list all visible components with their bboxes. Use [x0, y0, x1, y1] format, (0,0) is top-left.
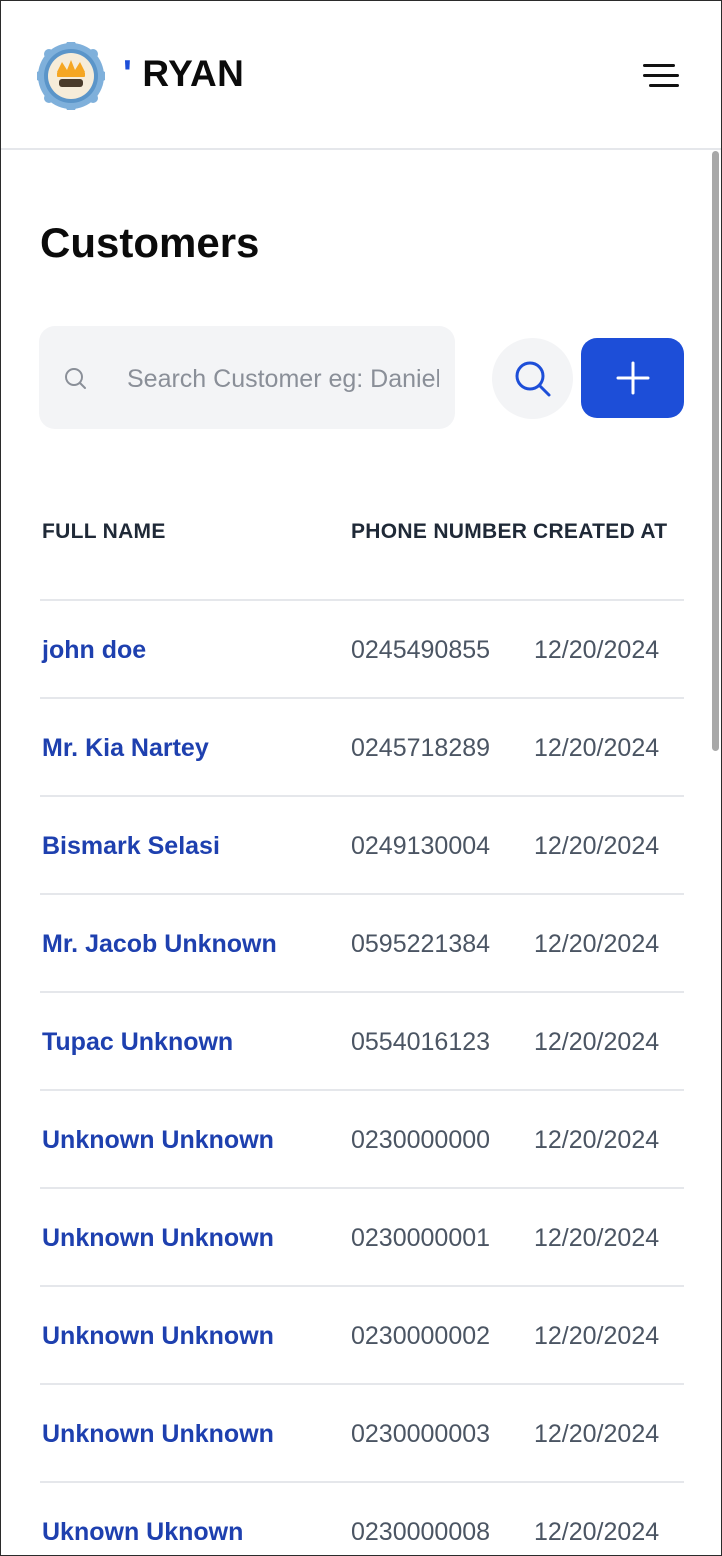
app-frame: 'RYAN Customers FULL NAME PHONE NUMBER C… — [0, 0, 722, 1556]
hamburger-menu-icon[interactable] — [639, 61, 679, 91]
customer-phone: 0230000000 — [351, 1126, 491, 1154]
top-header: ' RYAN — [1, 1, 721, 150]
customer-created-at: 12/20/2024 — [534, 1420, 660, 1448]
page-title: Customers — [40, 219, 260, 266]
column-header-phone-number: PHONE NUMBER — [351, 520, 528, 543]
table-row[interactable]: Bismark Selasi 0249130004 12/20/2024 — [40, 795, 684, 893]
add-customer-button[interactable] — [581, 338, 684, 418]
plus-icon — [616, 361, 650, 395]
table-row[interactable]: Unknown Unknown 0230000002 12/20/2024 — [40, 1285, 684, 1383]
search-field[interactable] — [39, 326, 455, 429]
table-row[interactable]: Unknown Unknown 0230000001 12/20/2024 — [40, 1187, 684, 1285]
customer-created-at: 12/20/2024 — [534, 1322, 660, 1350]
table-row[interactable]: Tupac Unknown 0554016123 12/20/2024 — [40, 991, 684, 1089]
customer-name-link[interactable]: Unknown Unknown — [42, 1224, 274, 1253]
customer-phone: 0595221384 — [351, 930, 491, 958]
search-icon — [515, 361, 551, 397]
customer-phone: 0230000008 — [351, 1518, 491, 1546]
customer-phone: 0230000001 — [351, 1224, 491, 1252]
search-icon — [65, 368, 86, 389]
table-row[interactable]: Unknown Unknown 0230000003 12/20/2024 — [40, 1383, 684, 1481]
customer-phone: 0249130004 — [351, 832, 491, 860]
customer-created-at: 12/20/2024 — [534, 636, 660, 664]
column-header-created-at: CREATED AT — [533, 520, 668, 543]
table-row[interactable]: Mr. Jacob Unknown 0595221384 12/20/2024 — [40, 893, 684, 991]
customer-name-link[interactable]: john doe — [42, 636, 146, 665]
column-header-full-name: FULL NAME — [42, 520, 166, 543]
customer-name-link[interactable]: Unknown Unknown — [42, 1322, 274, 1351]
customer-name-link[interactable]: Mr. Kia Nartey — [42, 734, 209, 763]
crown-badge-logo — [37, 42, 105, 110]
customer-created-at: 12/20/2024 — [534, 930, 660, 958]
search-input[interactable] — [125, 354, 441, 404]
table-row[interactable]: Uknown Uknown 0230000008 12/20/2024 — [40, 1481, 684, 1555]
customer-phone: 0245490855 — [351, 636, 491, 664]
customer-name-link[interactable]: Bismark Selasi — [42, 832, 220, 861]
customer-created-at: 12/20/2024 — [534, 1518, 660, 1546]
search-button[interactable] — [492, 338, 573, 419]
customer-created-at: 12/20/2024 — [534, 1224, 660, 1252]
customer-phone: 0230000003 — [351, 1420, 491, 1448]
customer-created-at: 12/20/2024 — [534, 1028, 660, 1056]
table-row[interactable]: john doe 0245490855 12/20/2024 — [40, 599, 684, 697]
customer-created-at: 12/20/2024 — [534, 832, 660, 860]
customer-phone: 0245718289 — [351, 734, 491, 762]
customer-phone: 0230000002 — [351, 1322, 491, 1350]
customer-phone: 0554016123 — [351, 1028, 491, 1056]
table-row[interactable]: Mr. Kia Nartey 0245718289 12/20/2024 — [40, 697, 684, 795]
brand-tick: ' — [123, 53, 133, 94]
customer-name-link[interactable]: Unknown Unknown — [42, 1420, 274, 1449]
customers-table: john doe 0245490855 12/20/2024 Mr. Kia N… — [40, 599, 684, 1555]
customer-name-link[interactable]: Unknown Unknown — [42, 1126, 274, 1155]
brand-name: ' RYAN — [123, 53, 244, 95]
table-row[interactable]: Unknown Unknown 0230000000 12/20/2024 — [40, 1089, 684, 1187]
customer-created-at: 12/20/2024 — [534, 734, 660, 762]
customer-name-link[interactable]: Uknown Uknown — [42, 1518, 243, 1547]
customer-created-at: 12/20/2024 — [534, 1126, 660, 1154]
customer-name-link[interactable]: Tupac Unknown — [42, 1028, 233, 1057]
brand-text: RYAN — [142, 53, 245, 94]
vertical-scrollbar[interactable] — [712, 151, 719, 751]
customer-name-link[interactable]: Mr. Jacob Unknown — [42, 930, 277, 959]
